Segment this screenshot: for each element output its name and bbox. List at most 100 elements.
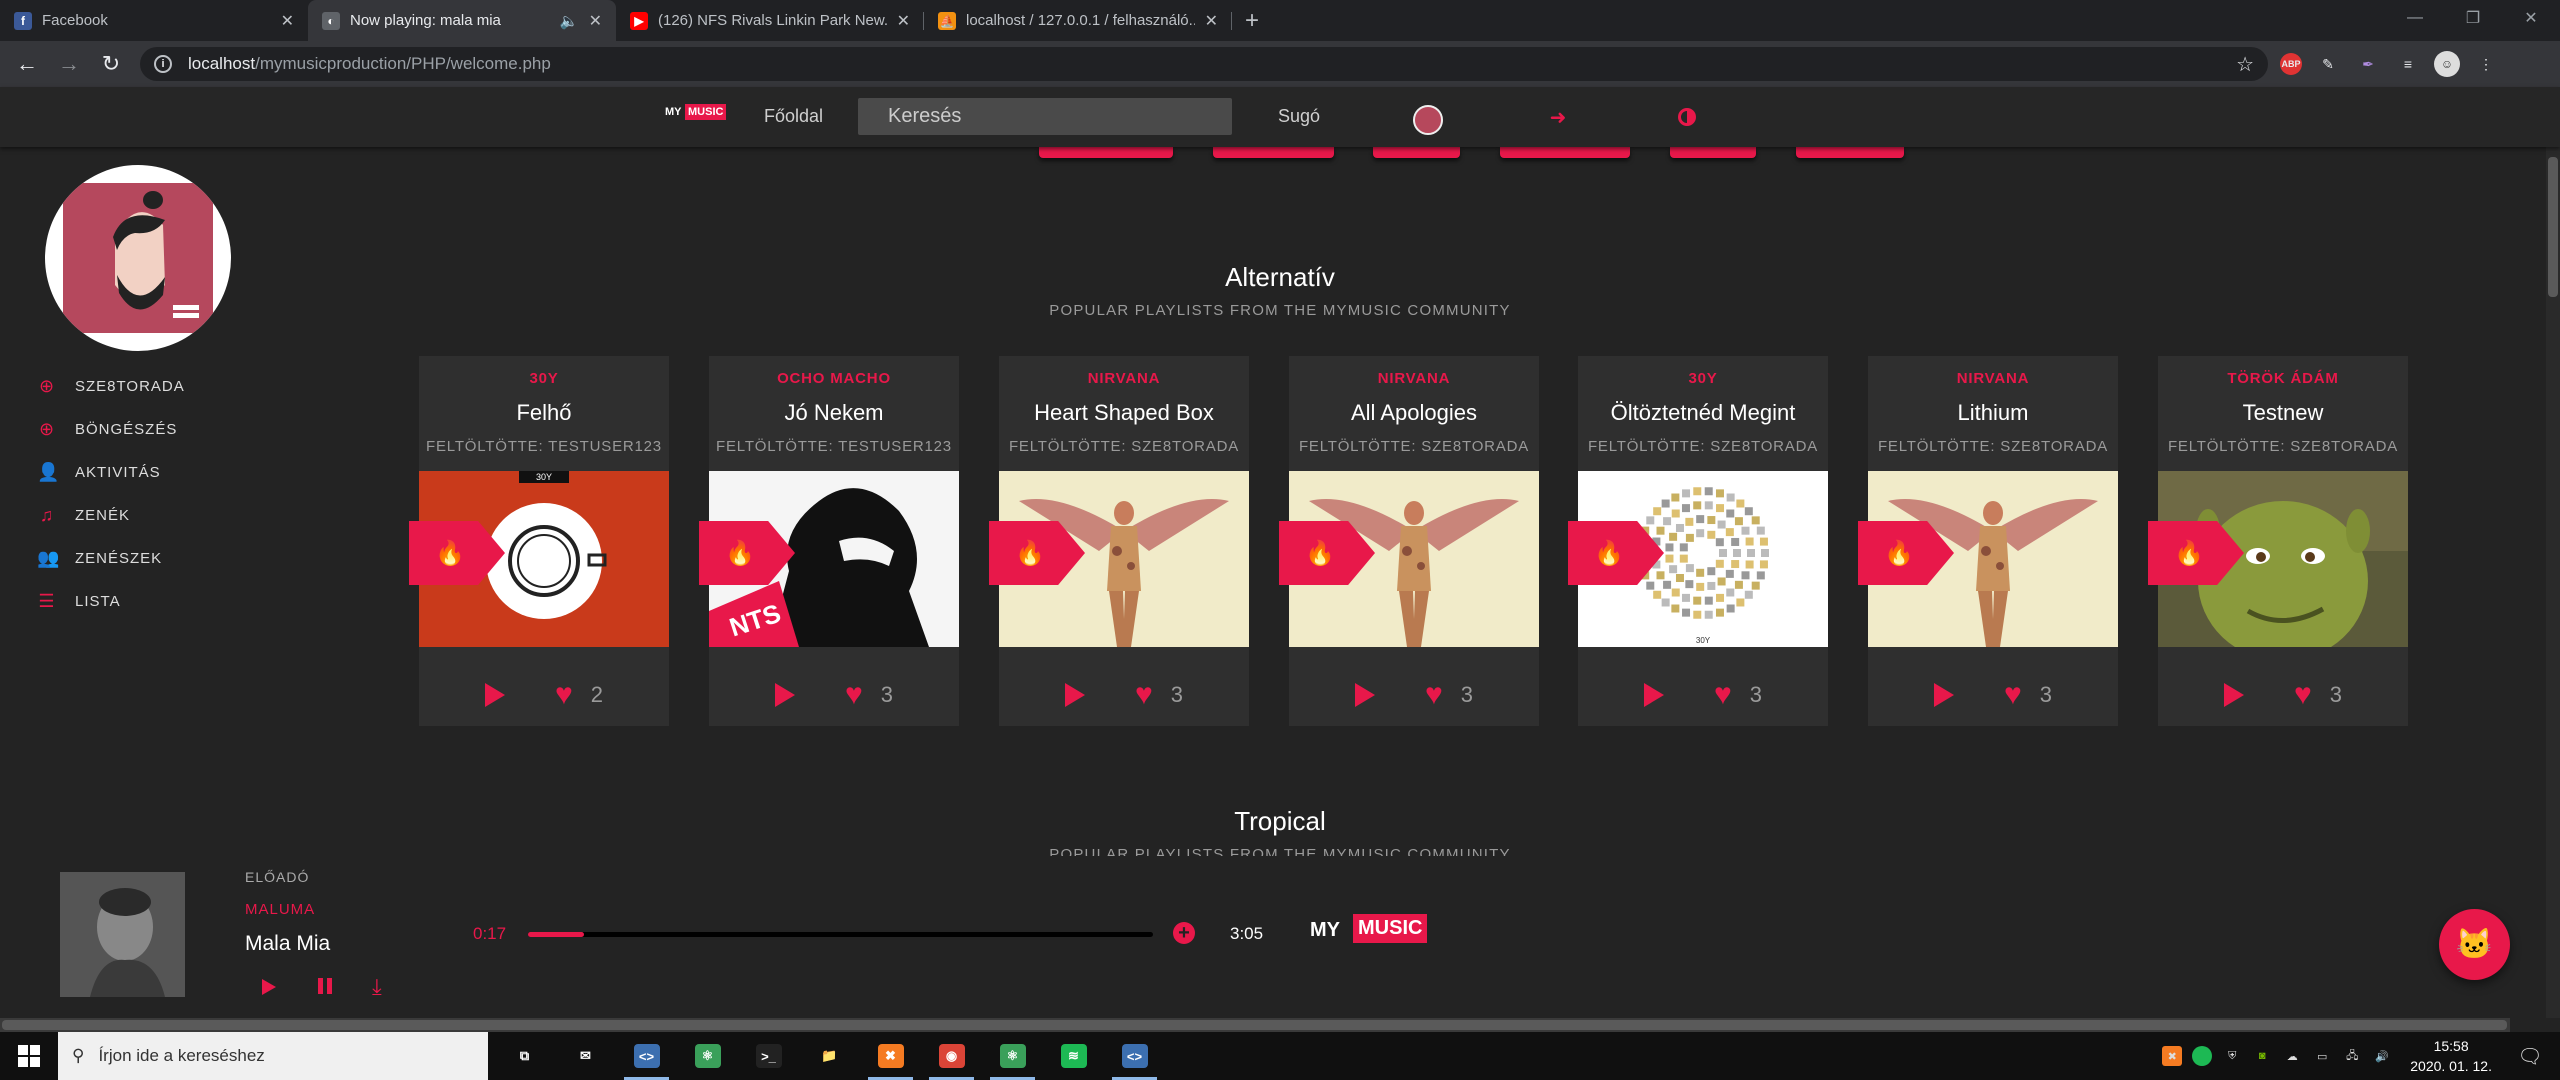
previous-section-button[interactable] xyxy=(1373,147,1460,158)
playlist-card[interactable]: NIRVANA Heart Shaped Box FELTÖLTÖTTE: SZ… xyxy=(989,356,1249,726)
minimize-button[interactable]: — xyxy=(2386,0,2444,36)
nvidia-tray-icon[interactable]: ◙ xyxy=(2252,1046,2272,1066)
heart-icon[interactable]: ♥ xyxy=(1425,680,1443,710)
vertical-scrollbar[interactable] xyxy=(2546,147,2560,1018)
vertical-scrollbar-thumb[interactable] xyxy=(2548,157,2558,297)
notification-center-icon[interactable]: 🗨 xyxy=(2510,1032,2550,1080)
back-button[interactable]: ← xyxy=(12,49,42,79)
display-tray-icon[interactable]: ▭ xyxy=(2312,1046,2332,1066)
terminal-icon[interactable]: >_ xyxy=(738,1032,799,1080)
taskbar-search[interactable]: ⚲ Írjon ide a kereséshez xyxy=(58,1032,488,1080)
network-tray-icon[interactable]: 🖧 xyxy=(2342,1046,2362,1066)
player-play-icon[interactable] xyxy=(262,979,276,995)
card-artist[interactable]: NIRVANA xyxy=(1868,370,2118,387)
browser-tab[interactable]: f Facebook ✕ xyxy=(0,0,308,41)
play-icon[interactable] xyxy=(2223,683,2244,707)
site-info-icon[interactable]: i xyxy=(154,55,172,73)
taskbar-clock[interactable]: 15:58 2020. 01. 12. xyxy=(2402,1036,2500,1076)
login-icon[interactable]: ➜ xyxy=(1546,105,1570,129)
audio-playing-icon[interactable]: 🔈 xyxy=(560,12,579,30)
folder-icon[interactable]: 📁 xyxy=(799,1032,860,1080)
heart-icon[interactable]: ♥ xyxy=(1135,680,1153,710)
card-title[interactable]: Öltöztetnéd Megint xyxy=(1578,400,1828,426)
forward-button[interactable]: → xyxy=(54,49,84,79)
previous-section-button[interactable] xyxy=(1796,147,1904,158)
heart-icon[interactable]: ♥ xyxy=(555,680,573,710)
sidebar-item-lista[interactable]: ☰ LISTA xyxy=(37,591,121,612)
horizontal-scrollbar-thumb[interactable] xyxy=(2,1020,2507,1030)
card-artist[interactable]: TÖRÖK ÁDÁM xyxy=(2158,370,2408,387)
nav-home-link[interactable]: Főoldal xyxy=(764,106,823,127)
card-artist[interactable]: NIRVANA xyxy=(999,370,1249,387)
card-artist[interactable]: 30Y xyxy=(419,370,669,387)
sidebar-item-aktivitás[interactable]: 👤 AKTIVITÁS xyxy=(37,462,161,483)
card-title[interactable]: Felhő xyxy=(419,400,669,426)
browser-tab[interactable]: ⛵ localhost / 127.0.0.1 / felhasználó...… xyxy=(924,0,1232,41)
sidebar-item-böngészés[interactable]: ⊕ BÖNGÉSZÉS xyxy=(37,419,177,440)
bookmark-star-icon[interactable]: ☆ xyxy=(2236,52,2254,77)
card-title[interactable]: Heart Shaped Box xyxy=(999,400,1249,426)
maximize-button[interactable]: ❐ xyxy=(2444,0,2502,36)
close-window-button[interactable]: ✕ xyxy=(2502,0,2560,36)
playlist-card[interactable]: 30Y Felhő FELTÖLTÖTTE: TESTUSER123 30Y 🔥… xyxy=(409,356,669,726)
cloud-tray-icon[interactable]: ☁ xyxy=(2282,1046,2302,1066)
play-icon[interactable] xyxy=(1064,683,1085,707)
previous-section-button[interactable] xyxy=(1500,147,1630,158)
new-tab-button[interactable]: + xyxy=(1232,0,1272,41)
theme-toggle-icon[interactable] xyxy=(1678,108,1696,126)
media-control-icon[interactable]: ≡ xyxy=(2394,50,2422,78)
play-icon[interactable] xyxy=(1643,683,1664,707)
vscode-icon[interactable]: <> xyxy=(616,1032,677,1080)
download-icon[interactable]: ⤓ xyxy=(372,974,382,1000)
browser-tab[interactable]: ◐ Now playing: mala mia 🔈 ✕ xyxy=(308,0,616,41)
feather-extension-icon[interactable]: ✒ xyxy=(2354,50,2382,78)
player-pause-icon[interactable] xyxy=(318,978,332,994)
spotify-icon[interactable]: ≋ xyxy=(1043,1032,1104,1080)
card-artist[interactable]: 30Y xyxy=(1578,370,1828,387)
play-icon[interactable] xyxy=(774,683,795,707)
xampp-icon[interactable]: ✖ xyxy=(860,1032,921,1080)
add-to-playlist-icon[interactable]: + xyxy=(1173,922,1195,944)
heart-icon[interactable]: ♥ xyxy=(2294,680,2312,710)
heart-icon[interactable]: ♥ xyxy=(1714,680,1732,710)
play-icon[interactable] xyxy=(1354,683,1375,707)
close-tab-icon[interactable]: ✕ xyxy=(1205,11,1218,31)
sidebar-item-zenék[interactable]: ♫ ZENÉK xyxy=(37,505,130,526)
previous-section-button[interactable] xyxy=(1039,147,1173,158)
sidebar-item-zenészek[interactable]: 👥 ZENÉSZEK xyxy=(37,548,162,569)
card-title[interactable]: All Apologies xyxy=(1289,400,1539,426)
task-view-icon[interactable]: ⧉ xyxy=(494,1032,555,1080)
close-tab-icon[interactable]: ✕ xyxy=(897,11,910,31)
chrome-icon[interactable]: ◉ xyxy=(921,1032,982,1080)
sidebar-item-sze8torada[interactable]: ⊕ SZE8TORADA xyxy=(37,376,185,397)
card-title[interactable]: Testnew xyxy=(2158,400,2408,426)
search-input[interactable] xyxy=(858,98,1232,135)
browser-tab[interactable]: ▶ (126) NFS Rivals Linkin Park New... ✕ xyxy=(616,0,924,41)
progress-track[interactable] xyxy=(528,932,1153,937)
heart-icon[interactable]: ♥ xyxy=(845,680,863,710)
playlist-card[interactable]: TÖRÖK ÁDÁM Testnew FELTÖLTÖTTE: SZE8TORA… xyxy=(2148,356,2408,726)
reload-button[interactable]: ↻ xyxy=(96,49,126,79)
profile-avatar-icon[interactable]: ☺ xyxy=(2434,51,2460,77)
mail-icon[interactable]: ✉ xyxy=(555,1032,616,1080)
eyedropper-extension-icon[interactable]: ✎ xyxy=(2314,50,2342,78)
volume-tray-icon[interactable]: 🔊 xyxy=(2372,1046,2392,1066)
horizontal-scrollbar[interactable] xyxy=(0,1018,2510,1032)
grid-view-icon[interactable] xyxy=(1808,108,1826,126)
nav-user-avatar[interactable] xyxy=(1413,105,1443,135)
previous-section-button[interactable] xyxy=(1213,147,1334,158)
mymusic-logo[interactable]: MY MUSIC xyxy=(665,104,727,130)
close-tab-icon[interactable]: ✕ xyxy=(281,11,294,31)
playlist-card[interactable]: OCHO MACHO Jó Nekem FELTÖLTÖTTE: TESTUSE… xyxy=(699,356,959,726)
vscode-icon-2[interactable]: <> xyxy=(1104,1032,1165,1080)
heart-icon[interactable]: ♥ xyxy=(2004,680,2022,710)
play-icon[interactable] xyxy=(484,683,505,707)
profile-avatar[interactable] xyxy=(45,165,231,351)
start-button[interactable] xyxy=(0,1032,58,1080)
playlist-card[interactable]: 30Y Öltöztetnéd Megint FELTÖLTÖTTE: SZE8… xyxy=(1568,356,1828,726)
xampp-tray-icon[interactable]: ✖ xyxy=(2162,1046,2183,1066)
now-playing-artist[interactable]: MALUMA xyxy=(245,901,315,918)
atom-icon[interactable]: ⚛ xyxy=(677,1032,738,1080)
play-icon[interactable] xyxy=(1933,683,1954,707)
browser-menu-icon[interactable]: ⋮ xyxy=(2472,50,2500,78)
